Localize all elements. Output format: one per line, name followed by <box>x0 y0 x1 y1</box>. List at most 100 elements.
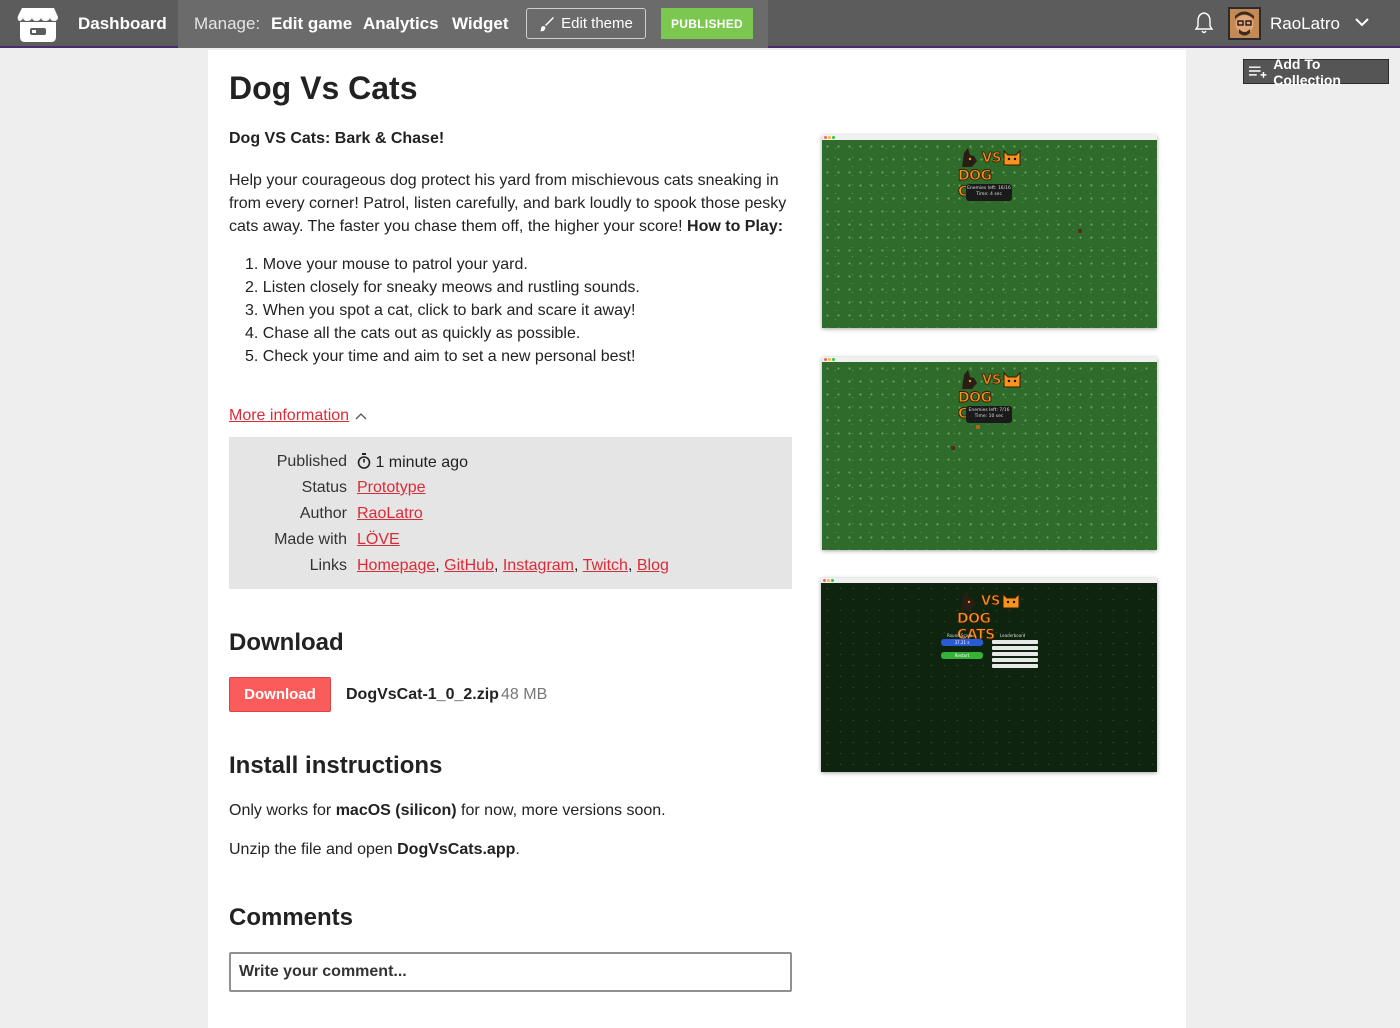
edit-theme-button[interactable]: Edit theme <box>526 8 646 39</box>
game-field: VS DOG CATS Enemies left: 7/16 Time: 10 … <box>822 362 1157 550</box>
edit-game-link[interactable]: Edit game <box>271 14 352 34</box>
list-item: 5. Check your time and aim to set a new … <box>245 348 636 365</box>
widget-link[interactable]: Widget <box>452 14 509 34</box>
blog-link[interactable]: Blog <box>637 557 669 574</box>
game-hud: Enemies left: 16/16 Time: 4 sec <box>966 184 1012 201</box>
more-information-toggle[interactable]: More information <box>229 407 367 425</box>
info-label: Published <box>276 453 347 470</box>
info-value: RaoLatro <box>357 505 423 523</box>
score-display: 37.21 s <box>941 639 983 646</box>
twitch-link[interactable]: Twitch <box>583 557 628 574</box>
list-item: 4. Chase all the cats out as quickly as … <box>245 325 581 342</box>
list-item: 2. Listen closely for sneaky meows and r… <box>245 279 640 296</box>
download-heading: Download <box>229 629 344 656</box>
install-text: Only works for <box>229 802 336 819</box>
separator: , <box>574 557 583 574</box>
separator: , <box>435 557 445 574</box>
published-time: 1 minute ago <box>375 454 468 471</box>
playlist-add-icon <box>1248 65 1267 78</box>
status-link[interactable]: Prototype <box>357 479 425 496</box>
add-to-collection-label: Add To Collection <box>1273 55 1341 88</box>
info-row-status: Status Prototype <box>229 479 792 503</box>
download-file-size: 48 MB <box>501 686 548 703</box>
brush-icon <box>540 16 555 31</box>
info-row-published: Published 1 minute ago <box>229 453 792 477</box>
game-logo: VS DOG CATS <box>956 367 1026 422</box>
dog-icon <box>962 148 977 167</box>
info-label: Status <box>301 479 347 496</box>
published-badge[interactable]: PUBLISHED <box>661 8 753 39</box>
screenshot-2[interactable]: VS DOG CATS Enemies left: 7/16 Time: 10 … <box>822 357 1157 550</box>
install-instructions-heading: Install instructions <box>229 752 443 779</box>
leaderboard-row <box>992 646 1038 650</box>
logo-vs: VS <box>981 594 1001 610</box>
engine-link[interactable]: LÖVE <box>357 531 400 548</box>
install-text: Unzip the file and open <box>229 841 398 858</box>
info-value: Homepage, GitHub, Instagram, Twitch, Blo… <box>357 557 669 575</box>
chevron-down-icon[interactable] <box>1354 14 1370 30</box>
separator: , <box>493 557 503 574</box>
logo-vs: VS <box>982 373 1002 389</box>
time-elapsed: Time: 4 sec <box>976 192 1002 197</box>
info-label: Made with <box>274 531 347 548</box>
dog-icon <box>962 370 977 389</box>
dog-sprite <box>951 446 955 450</box>
username[interactable]: RaoLatro <box>1270 14 1340 34</box>
game-title: Dog Vs Cats <box>229 70 418 106</box>
round-score-label: Round Score <box>947 633 973 638</box>
download-button[interactable]: Download <box>229 677 331 712</box>
info-label: Links <box>309 557 347 574</box>
comment-input[interactable]: Write your comment... <box>229 952 792 992</box>
install-line-1: Only works for macOS (silicon) for now, … <box>229 802 666 820</box>
instagram-link[interactable]: Instagram <box>503 557 574 574</box>
cat-icon <box>1003 371 1021 388</box>
game-description: Help your courageous dog protect his yar… <box>229 169 794 238</box>
list-item: 3. When you spot a cat, click to bark an… <box>245 302 636 319</box>
dashboard-link[interactable]: Dashboard <box>78 14 167 34</box>
leaderboard-row <box>992 658 1038 662</box>
platform-name: macOS (silicon) <box>335 802 457 819</box>
homepage-link[interactable]: Homepage <box>357 557 435 574</box>
download-file-name: DogVsCat-1_0_2.zip <box>346 686 499 703</box>
comments-heading: Comments <box>229 904 354 931</box>
game-tagline: Dog VS Cats: Bark & Chase! <box>229 130 445 147</box>
leaderboard-row <box>992 664 1038 668</box>
more-information-table: Published 1 minute ago Status Prototype … <box>229 437 792 589</box>
user-face-icon <box>1230 9 1259 38</box>
screenshot-1[interactable]: VS DOG CATS Enemies left: 16/16 Time: 4 … <box>822 135 1157 328</box>
info-label: Author <box>299 505 347 522</box>
time-elapsed: Time: 10 sec <box>974 414 1004 419</box>
how-to-play-heading: How to Play: <box>687 218 784 235</box>
install-text: for now, more versions soon. <box>456 802 666 819</box>
cat-icon <box>1003 149 1021 166</box>
game-logo: VS DOG CATS <box>956 145 1026 200</box>
author-link[interactable]: RaoLatro <box>357 505 423 522</box>
dog-icon <box>961 591 976 610</box>
add-to-collection-button[interactable]: Add To Collection <box>1243 56 1389 88</box>
bell-icon[interactable] <box>1193 11 1215 35</box>
manage-label: Manage: <box>194 14 261 33</box>
chevron-up-icon <box>355 413 367 420</box>
game-over-screen: VS DOG CATS Round Score Leaderboard 37.2… <box>821 583 1157 772</box>
separator: , <box>627 557 637 574</box>
info-row-made-with: Made with LÖVE <box>229 531 792 555</box>
cat-sprite <box>1078 229 1082 233</box>
screenshot-3[interactable]: VS DOG CATS Round Score Leaderboard 37.2… <box>821 578 1157 772</box>
restart-button: Restart <box>941 652 983 659</box>
analytics-link[interactable]: Analytics <box>363 14 439 34</box>
list-item: 1. Move your mouse to patrol your yard. <box>245 256 528 273</box>
github-link[interactable]: GitHub <box>444 557 494 574</box>
info-value: LÖVE <box>357 531 400 549</box>
install-text: . <box>515 841 520 858</box>
install-line-2: Unzip the file and open DogVsCats.app. <box>229 841 520 859</box>
leaderboard-row <box>992 640 1038 644</box>
avatar[interactable] <box>1228 7 1261 40</box>
stopwatch-icon <box>357 453 371 469</box>
how-to-play-list: 1. Move your mouse to patrol your yard. … <box>245 253 640 368</box>
itchio-logo-icon[interactable] <box>16 4 60 44</box>
cat-sprite <box>976 425 980 429</box>
info-row-links: Links Homepage, GitHub, Instagram, Twitc… <box>229 557 792 581</box>
game-field: VS DOG CATS Enemies left: 16/16 Time: 4 … <box>822 140 1157 328</box>
app-name: DogVsCats.app <box>397 841 516 858</box>
leaderboard-row <box>992 652 1038 656</box>
